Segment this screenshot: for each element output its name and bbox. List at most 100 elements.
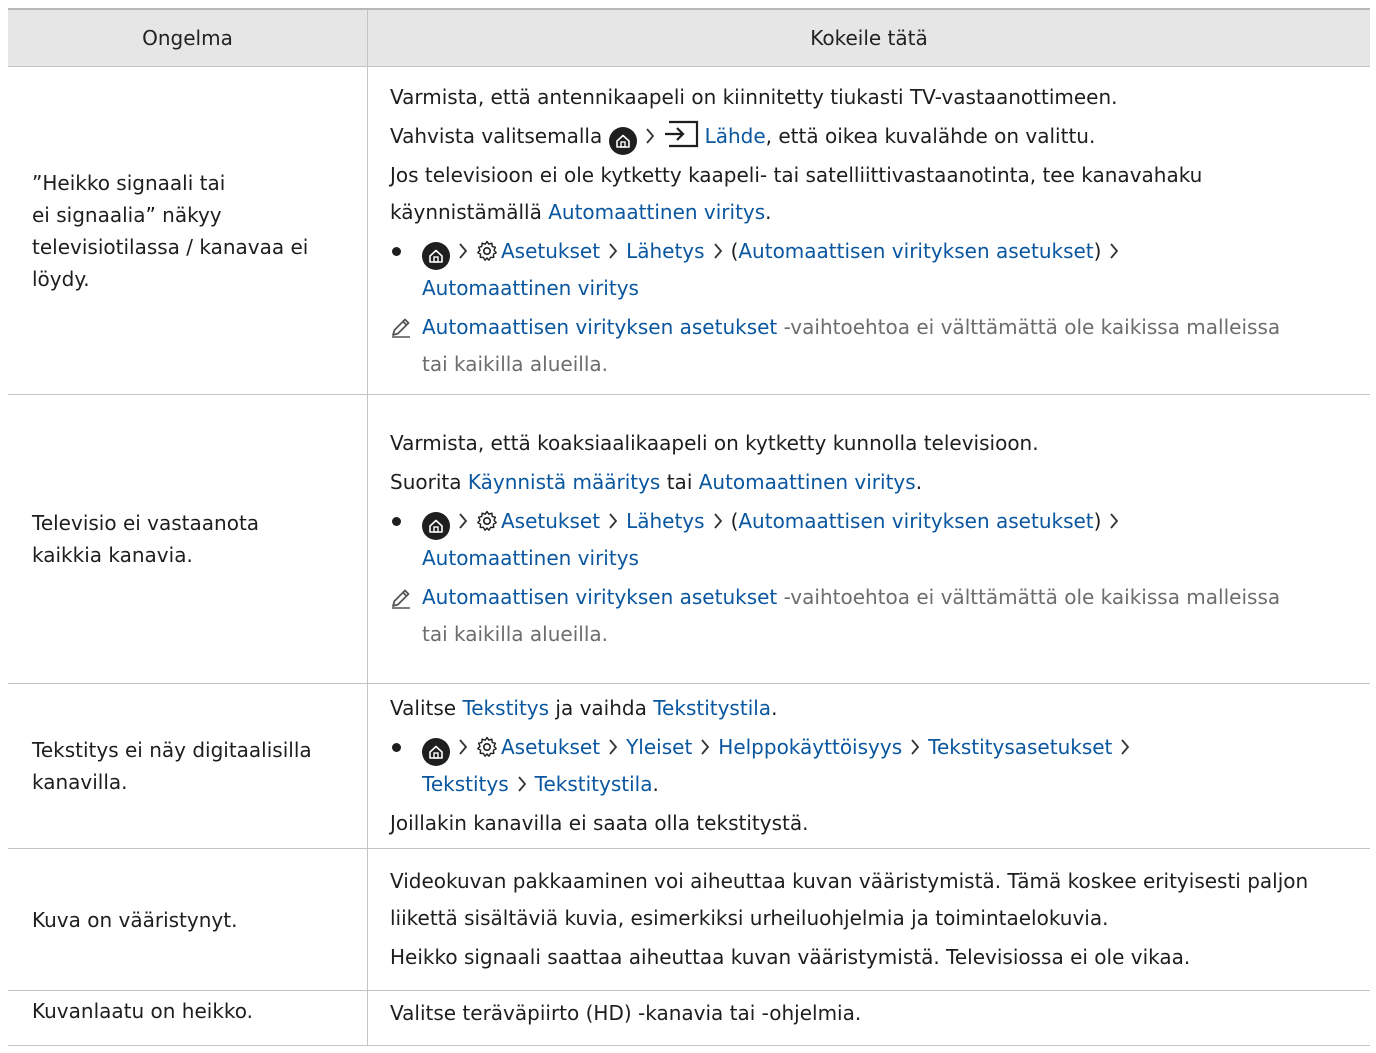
auto-tune-link[interactable]: Automaattinen viritys: [422, 546, 639, 570]
bullet-icon: [390, 503, 422, 540]
chevron-right-icon: [911, 739, 920, 755]
solution-paragraph: Valitse Tekstitys ja vaihda Tekstitystil…: [390, 690, 1350, 727]
home-icon: [422, 241, 450, 270]
problem-line: Kuva on vääristynyt.: [32, 907, 238, 932]
note-text: -vaihtoehtoa ei välttämättä ole kaikissa…: [777, 585, 1281, 609]
table-row: ”Heikko signaali tai ei signaalia” näkyy…: [8, 66, 1370, 395]
chevron-right-icon: [645, 127, 654, 144]
chevron-right-icon: [609, 513, 618, 529]
paren-close: ): [1093, 238, 1102, 263]
auto-tune-link[interactable]: Automaattinen viritys: [699, 470, 916, 494]
solution-paragraph: liikettä sisältäviä kuvia, esimerkiksi u…: [390, 906, 1109, 930]
punctuation: .: [765, 199, 772, 224]
solution-paragraph: Varmista, että antennikaapeli on kiinnit…: [390, 84, 1118, 109]
troubleshooting-table: Ongelma Kokeile tätä ”Heikko signaali ta…: [8, 8, 1370, 1046]
auto-tune-settings-link[interactable]: Automaattisen virityksen asetukset: [422, 315, 777, 339]
solution-text: Suorita: [390, 470, 462, 494]
solution-paragraph: Jos televisioon ei ole kytketty kaapeli-…: [390, 162, 1203, 187]
note: Automaattisen virityksen asetukset -vaih…: [390, 579, 1350, 653]
problem-line: Televisio ei vastaanota: [32, 511, 260, 535]
problem-cell: Kuvanlaatu on heikko.: [8, 990, 368, 1046]
solution-paragraph: Vahvista valitsemalla Lähde, että oikea …: [390, 118, 1350, 155]
chevron-right-icon: [701, 739, 710, 755]
caption-link[interactable]: Tekstitys: [462, 696, 549, 720]
pencil-note-icon: [390, 309, 422, 346]
settings-link[interactable]: Asetukset: [501, 735, 600, 759]
caption-settings-link[interactable]: Tekstitysasetukset: [928, 735, 1112, 759]
solution-cell: Valitse Tekstitys ja vaihda Tekstitystil…: [367, 683, 1370, 849]
punctuation: .: [771, 696, 778, 720]
source-link[interactable]: Lähde: [705, 124, 766, 148]
settings-link[interactable]: Asetukset: [501, 509, 600, 533]
header-solution: Kokeile tätä: [367, 8, 1370, 67]
problem-cell: ”Heikko signaali tai ei signaalia” näkyy…: [8, 66, 368, 395]
table-row: Tekstitys ei näy digitaalisilla kanavill…: [8, 683, 1370, 849]
chevron-right-icon: [459, 513, 468, 529]
punctuation: .: [915, 470, 923, 494]
chevron-right-icon: [609, 739, 618, 755]
gear-icon: [477, 736, 497, 757]
problem-line: kanavilla.: [32, 770, 128, 794]
general-link[interactable]: Yleiset: [626, 735, 692, 759]
table-row: Kuva on vääristynyt. Videokuvan pakkaami…: [8, 848, 1370, 991]
note: Automaattisen virityksen asetukset -vaih…: [390, 309, 1350, 383]
auto-tune-settings-link[interactable]: Automaattisen virityksen asetukset: [738, 509, 1093, 533]
chevron-right-icon: [1110, 242, 1119, 259]
solution-cell: Varmista, että antennikaapeli on kiinnit…: [367, 66, 1370, 395]
menu-path-bullet: Asetukset Lähetys (Automaattisen viritykse…: [390, 233, 1350, 307]
solution-text: käynnistämällä: [390, 199, 542, 224]
problem-line: Kuvanlaatu on heikko.: [32, 999, 254, 1023]
home-icon: [608, 126, 637, 155]
problem-cell: Kuva on vääristynyt.: [8, 848, 368, 991]
problem-cell: Televisio ei vastaanota kaikkia kanavia.: [8, 394, 368, 684]
caption-mode-link[interactable]: Tekstitystila: [535, 772, 653, 796]
auto-tune-settings-link[interactable]: Automaattisen virityksen asetukset: [422, 585, 777, 609]
solution-text: Valitse: [390, 696, 457, 720]
problem-cell: Tekstitys ei näy digitaalisilla kanavill…: [8, 683, 368, 849]
solution-paragraph: Joillakin kanavilla ei saata olla teksti…: [390, 811, 809, 835]
auto-tune-settings-link[interactable]: Automaattisen virityksen asetukset: [738, 239, 1093, 263]
auto-tune-link[interactable]: Automaattinen viritys: [422, 276, 639, 300]
solution-text: tai: [666, 470, 693, 494]
chevron-right-icon: [713, 513, 722, 529]
solution-cell: Varmista, että koaksiaalikaapeli on kytk…: [367, 394, 1370, 684]
auto-tune-link[interactable]: Automaattinen viritys: [548, 200, 765, 224]
caption-mode-link[interactable]: Tekstitystila: [653, 696, 771, 720]
pencil-note-icon: [390, 579, 422, 616]
caption-link[interactable]: Tekstitys: [422, 772, 509, 796]
chevron-right-icon: [459, 242, 468, 259]
bullet-icon: [390, 729, 422, 766]
problem-line: Tekstitys ei näy digitaalisilla: [32, 738, 312, 762]
solution-cell: Valitse teräväpiirto (HD) -kanavia tai -…: [367, 990, 1370, 1046]
home-icon: [422, 512, 450, 540]
table-row: Kuvanlaatu on heikko. Valitse teräväpiir…: [8, 990, 1370, 1046]
solution-cell: Videokuvan pakkaaminen voi aiheuttaa kuv…: [367, 848, 1370, 991]
note-text: tai kaikilla alueilla.: [422, 351, 608, 376]
accessibility-link[interactable]: Helppokäyttöisyys: [718, 735, 902, 759]
broadcast-link[interactable]: Lähetys: [626, 239, 704, 263]
note-text: tai kaikilla alueilla.: [422, 622, 608, 646]
solution-paragraph: Videokuvan pakkaaminen voi aiheuttaa kuv…: [390, 869, 1309, 893]
broadcast-link[interactable]: Lähetys: [626, 509, 704, 533]
solution-paragraph: Varmista, että koaksiaalikaapeli on kytk…: [390, 431, 1039, 455]
problem-line: ”Heikko signaali tai: [32, 170, 226, 195]
table-header-row: Ongelma Kokeile tätä: [8, 8, 1370, 67]
solution-text: ja vaihda: [555, 696, 647, 720]
start-setup-link[interactable]: Käynnistä määritys: [468, 470, 661, 494]
problem-line: ei signaalia” näkyy: [32, 202, 222, 227]
problem-line: löydy.: [32, 266, 90, 291]
solution-paragraph: Heikko signaali saattaa aiheuttaa kuvan …: [390, 945, 1191, 969]
menu-path-bullet: Asetukset Yleiset Helppokäyttöisyys Tekstit…: [390, 729, 1350, 803]
solution-text: Vahvista valitsemalla: [390, 123, 603, 148]
problem-line: kaikkia kanavia.: [32, 543, 193, 567]
gear-icon: [477, 240, 497, 261]
solution-paragraph: Valitse teräväpiirto (HD) -kanavia tai -…: [390, 1001, 862, 1025]
menu-path-bullet: Asetukset Lähetys (Automaattisen viritykse…: [390, 503, 1350, 577]
solution-paragraph: Suorita Käynnistä määritys tai Automaatt…: [390, 464, 1350, 501]
gear-icon: [477, 510, 497, 531]
chevron-right-icon: [1121, 739, 1130, 755]
settings-link[interactable]: Asetukset: [501, 239, 600, 263]
bullet-icon: [390, 233, 422, 270]
punctuation: .: [652, 772, 659, 796]
home-icon: [422, 738, 450, 766]
